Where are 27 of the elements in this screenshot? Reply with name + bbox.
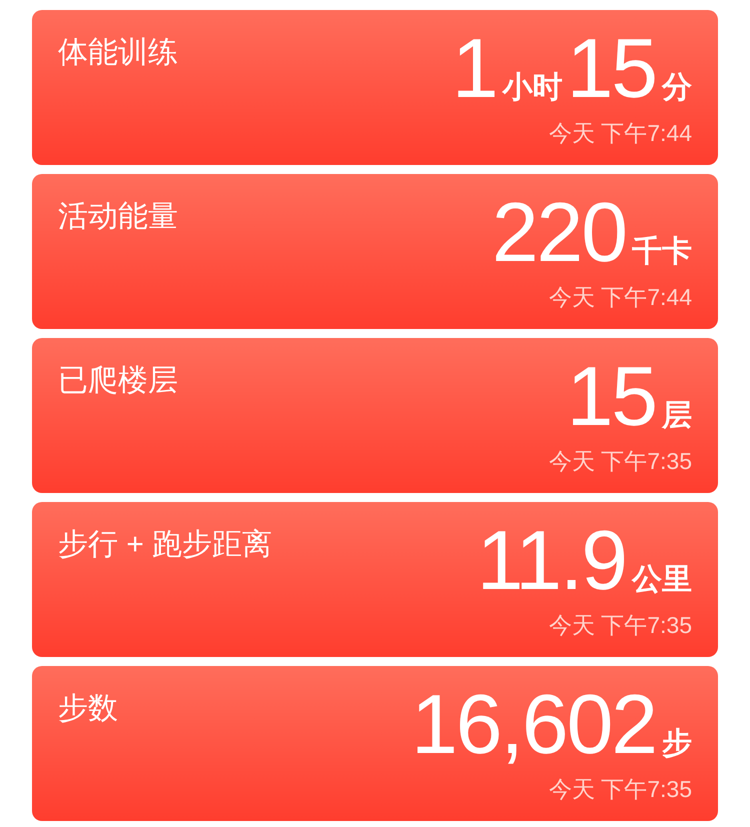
card-title: 步数 (58, 691, 118, 727)
summary-card[interactable]: 步行 + 跑步距离 11.9 公里 今天 下午7:35 (32, 502, 718, 657)
card-title: 已爬楼层 (58, 363, 178, 399)
card-title: 体能训练 (58, 35, 178, 71)
timestamp: 今天 下午7:35 (548, 775, 692, 804)
value-unit: 公里 (632, 562, 692, 598)
value-number: 220 (492, 188, 626, 276)
timestamp: 今天 下午7:44 (548, 119, 692, 148)
value-number: 15 (566, 24, 656, 112)
summary-card[interactable]: 已爬楼层 15 层 今天 下午7:35 (32, 338, 718, 493)
value-number: 11.9 (476, 516, 626, 604)
timestamp: 今天 下午7:35 (548, 447, 692, 476)
value-unit: 步 (662, 726, 692, 762)
summary-card[interactable]: 步数 16,602 步 今天 下午7:35 (32, 666, 718, 821)
value-number: 16,602 (411, 680, 656, 768)
summary-card[interactable]: 体能训练 1 小时 15 分 今天 下午7:44 (32, 10, 718, 165)
summary-card[interactable]: 活动能量 220 千卡 今天 下午7:44 (32, 174, 718, 329)
timestamp: 今天 下午7:44 (548, 283, 692, 312)
card-title: 活动能量 (58, 199, 178, 235)
value-number: 15 (566, 352, 656, 440)
value-unit: 层 (662, 398, 692, 434)
value-unit: 千卡 (632, 234, 692, 270)
value-number: 1 (452, 24, 497, 112)
value-unit: 分 (662, 70, 692, 106)
value-unit: 小时 (502, 70, 563, 106)
timestamp: 今天 下午7:35 (548, 611, 692, 640)
card-title: 步行 + 跑步距离 (58, 527, 272, 563)
